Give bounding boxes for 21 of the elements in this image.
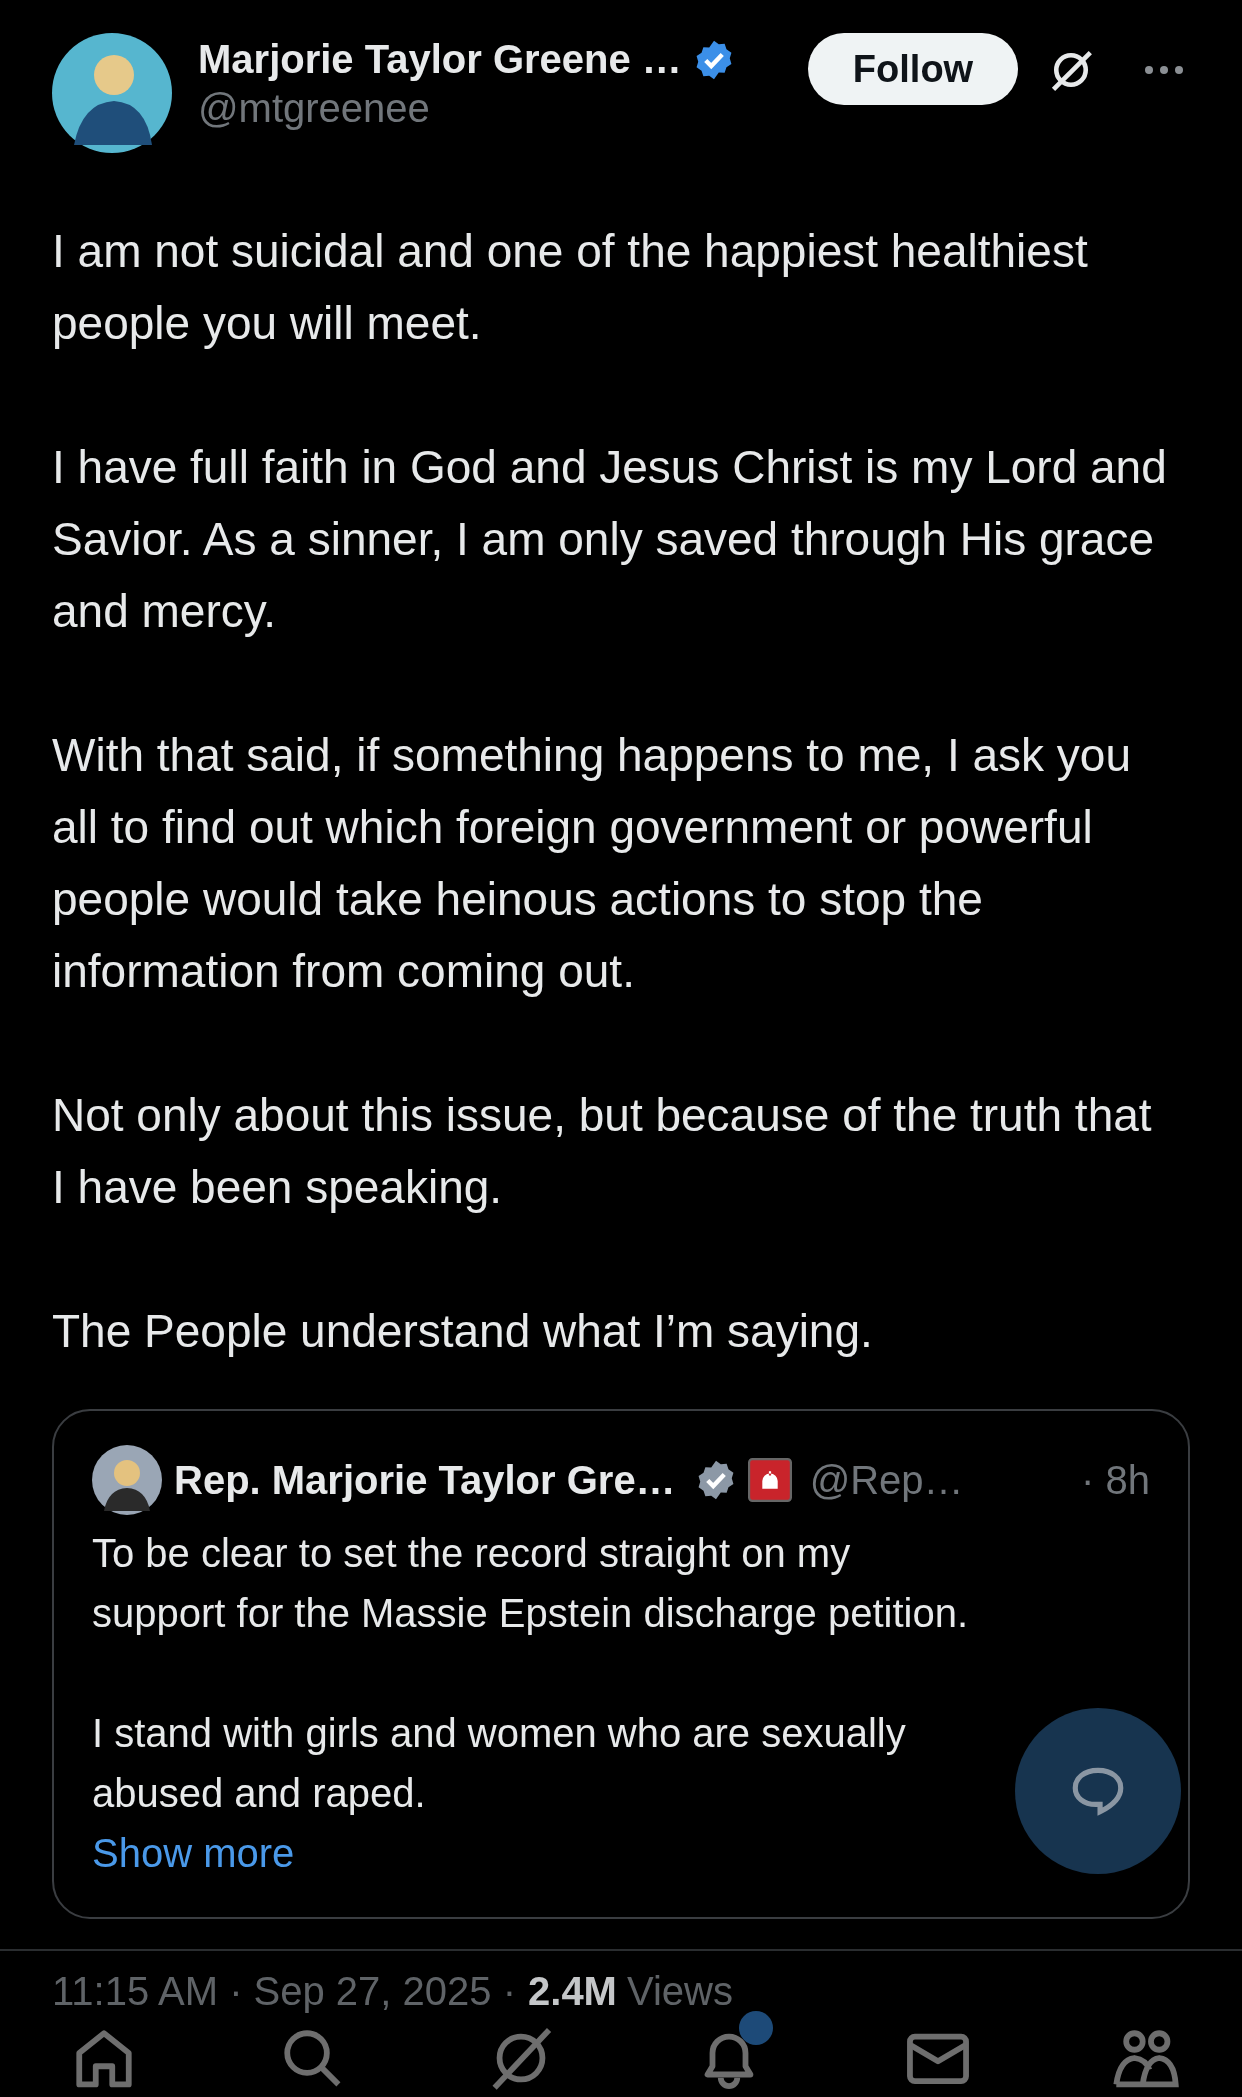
more-icon[interactable]: [1144, 65, 1184, 75]
quoted-paragraph: I stand with girls and women who are sexually abused and raped.: [92, 1710, 907, 1817]
follow-button[interactable]: Follow: [808, 33, 1018, 105]
views-label: Views: [626, 1969, 733, 2014]
post-paragraph: I have full faith in God and Jesus Christ is my Lord and Savior. As a sinner, I am only saved through His grace and mercy.: [52, 440, 1168, 639]
quoted-paragraph: To be clear to set the record straight on my support for the Massie Epstein discharge petition.: [92, 1530, 970, 1637]
capitol-icon: [747, 1458, 792, 1502]
post-timestamp: 11:15 AM · Sep 27, 2025 ·: [52, 1969, 516, 2014]
post-paragraph: I am not suicidal and one of the happiest healthiest people you will meet.: [52, 224, 1089, 351]
quoted-author-handle: @Rep…: [809, 1457, 964, 1503]
show-more-link[interactable]: Show more: [92, 1823, 295, 1883]
post-time: · 8h: [1081, 1457, 1150, 1503]
avatar: [92, 1445, 162, 1515]
quoted-author-name: Rep. Marjorie Taylor Gre…: [174, 1457, 676, 1503]
post-paragraph: The People understand what I’m saying.: [52, 1304, 874, 1359]
author-handle[interactable]: @mtgreenee: [198, 86, 808, 131]
author-name[interactable]: Marjorie Taylor Greene …: [198, 37, 682, 82]
post-paragraph: With that said, if something happens to me, I ask you all to find out which foreign government or powerful people would take heinous actions to stop the information from coming out.: [52, 728, 1132, 999]
post-paragraph: Not only about this issue, but because of the truth that I have been speaking.: [52, 1088, 1153, 1215]
avatar[interactable]: [52, 33, 172, 153]
view-count: 2.4M: [528, 1969, 617, 2014]
